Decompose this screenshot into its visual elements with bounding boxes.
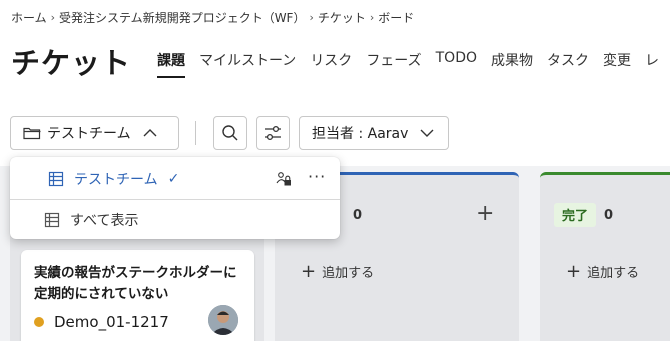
shared-lock-icon[interactable] <box>276 171 292 187</box>
chevron-right-icon: › <box>309 10 314 24</box>
status-badge: 完了 <box>554 203 597 227</box>
toolbar-divider <box>195 121 196 145</box>
search-icon <box>222 125 238 141</box>
filter-settings-button[interactable] <box>256 116 290 150</box>
tab-todo[interactable]: TODO <box>436 50 477 78</box>
plus-icon: + <box>566 261 582 282</box>
folder-icon <box>23 127 41 140</box>
breadcrumb-tickets[interactable]: チケット <box>318 9 366 26</box>
team-dropdown-menu: テストチーム ✓ ··· すべて表示 <box>10 157 340 239</box>
team-selector-button[interactable]: テストチーム <box>10 116 179 150</box>
chevron-up-icon <box>143 129 157 137</box>
add-ticket-button[interactable]: + 追加する <box>566 261 639 282</box>
plus-icon: + <box>301 261 317 282</box>
table-icon <box>48 171 64 187</box>
tab-milestones[interactable]: マイルストーン <box>199 50 296 78</box>
add-ticket-label: 追加する <box>587 266 640 281</box>
user-avatar-icon <box>208 305 238 335</box>
tab-phases[interactable]: フェーズ <box>366 50 421 78</box>
breadcrumb-board: ボード <box>378 10 415 25</box>
breadcrumb-home[interactable]: ホーム <box>11 9 47 26</box>
assignee-filter-button[interactable]: 担当者 : Aarav <box>299 116 449 150</box>
more-options-icon[interactable]: ··· <box>308 167 326 186</box>
breadcrumb: ホーム › 受発注システム新規開発プロジェクト（WF） › チケット › ボード <box>11 8 414 26</box>
tab-tasks[interactable]: タスク <box>547 50 589 78</box>
board-column-done: 完了 0 + 追加する <box>540 172 670 341</box>
page-title: チケット <box>11 46 132 80</box>
ticket-title: 実績の報告がステークホルダーに定期的にされていない <box>34 265 237 302</box>
checkmark-icon: ✓ <box>167 171 180 187</box>
add-ticket-label: 追加する <box>322 266 375 281</box>
team-selector-label: テストチーム <box>47 126 131 142</box>
team-option-show-all[interactable]: すべて表示 <box>10 199 340 239</box>
ticket-card[interactable]: 実績の報告がステークホルダーに定期的にされていない Demo_01-1217 <box>21 250 254 341</box>
add-ticket-icon[interactable]: + <box>476 201 494 226</box>
table-icon <box>44 212 60 227</box>
search-button[interactable] <box>213 116 247 150</box>
chevron-right-icon: › <box>369 10 375 24</box>
tab-changes[interactable]: 変更 <box>603 50 631 78</box>
tab-issues[interactable]: 課題 <box>157 50 185 78</box>
tab-bar: 課題 マイルストーン リスク フェーズ TODO 成果物 タスク 変更 レ <box>157 50 670 78</box>
tab-risks[interactable]: リスク <box>310 50 352 78</box>
ticket-id: Demo_01-1217 <box>54 313 169 331</box>
ticket-id-row: Demo_01-1217 <box>34 313 169 331</box>
tab-deliverables[interactable]: 成果物 <box>491 50 533 78</box>
add-ticket-button[interactable]: + 追加する <box>301 261 374 282</box>
chevron-right-icon: › <box>50 10 56 24</box>
status-dot-icon <box>34 317 44 327</box>
column-count: 0 <box>353 208 363 223</box>
team-option-label: テストチーム <box>74 172 158 188</box>
show-all-label: すべて表示 <box>70 212 139 229</box>
column-count: 0 <box>604 208 614 223</box>
chevron-down-icon <box>420 129 434 137</box>
sliders-icon <box>265 125 281 141</box>
breadcrumb-project[interactable]: 受発注システム新規開発プロジェクト（WF） <box>59 9 305 26</box>
tab-more[interactable]: レ <box>645 50 659 78</box>
header-area: ホーム › 受発注システム新規開発プロジェクト（WF） › チケット › ボード… <box>0 0 670 166</box>
avatar[interactable] <box>208 305 238 335</box>
team-option-test-team[interactable]: テストチーム ✓ ··· <box>10 159 340 199</box>
assignee-filter-label: 担当者 : Aarav <box>312 126 409 142</box>
